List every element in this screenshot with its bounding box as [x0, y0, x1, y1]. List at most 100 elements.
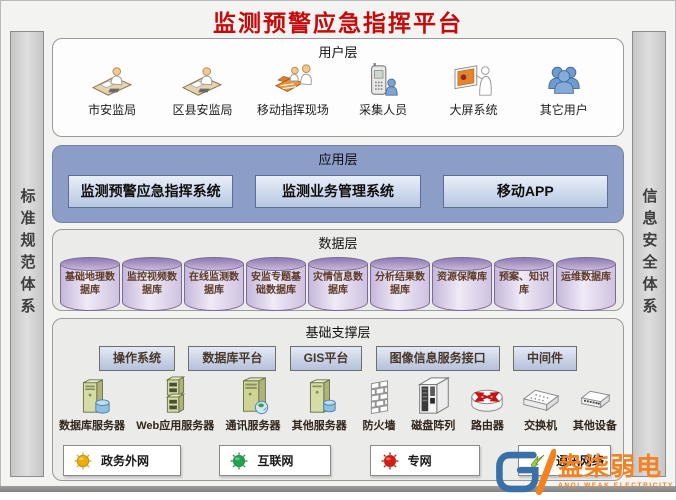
database-cylinder[interactable]: 监控视频数据库 [122, 257, 182, 311]
platform-middleware[interactable]: 中间件 [513, 346, 577, 371]
platform-row: 操作系统 数据库平台 GIS平台 图像信息服务接口 中间件 [99, 346, 577, 371]
device-web-server[interactable]: Web应用服务器 [136, 376, 214, 433]
user-item-label: 区县安监局 [172, 101, 232, 118]
page-title: 监测预警应急指挥平台 [0, 4, 676, 38]
user-item-label: 其它用户 [540, 101, 588, 118]
database-server-icon [71, 376, 113, 416]
device-db-server[interactable]: 数据库服务器 [59, 376, 125, 433]
database-label: 基础地理数据库 [62, 271, 118, 297]
device-label: 防火墙 [362, 417, 395, 433]
device-switch[interactable]: 交换机 [520, 376, 562, 433]
globe-icon [230, 452, 248, 470]
disk-array-icon [412, 376, 454, 416]
vendor-watermark: 盎柒弱电 ANQI WEAK ELECTRICITY [490, 446, 674, 498]
big-screen-icon [450, 63, 496, 99]
database-label: 预案、知识库 [496, 271, 552, 297]
support-layer-label: 基础支撑层 [53, 319, 623, 341]
device-other-equipment[interactable]: 其他设备 [573, 376, 617, 433]
user-item-label: 大屏系统 [449, 101, 497, 118]
database-label: 运维数据库 [558, 271, 614, 284]
platform-os[interactable]: 操作系统 [99, 346, 175, 371]
device-label: 交换机 [524, 417, 557, 433]
device-row: 数据库服务器 Web应用服务器 [59, 376, 617, 433]
database-cylinder[interactable]: 预案、知识库 [494, 257, 554, 311]
application-layer-label: 应用层 [53, 146, 623, 168]
database-icon [432, 257, 492, 271]
device-label: 磁盘阵列 [411, 417, 455, 433]
field-command-icon [270, 63, 316, 99]
database-cylinder[interactable]: 运维数据库 [556, 257, 616, 311]
database-cylinder[interactable]: 分析结果数据库 [370, 257, 430, 311]
database-cylinder[interactable]: 灾情信息数据库 [308, 257, 368, 311]
device-firewall[interactable]: 防火墙 [358, 376, 400, 433]
database-cylinder[interactable]: 安监专题基础数据库 [246, 257, 306, 311]
user-item-mobile-command[interactable]: 移动指挥现场 [248, 63, 338, 118]
user-item-big-screen[interactable]: 大屏系统 [428, 63, 518, 118]
device-label: 路由器 [471, 417, 504, 433]
network-label: 专网 [408, 452, 432, 469]
user-item-collectors[interactable]: 采集人员 [338, 63, 428, 118]
device-label: 其他服务器 [292, 417, 347, 433]
user-layer-items: 市安监局 区县安监局 [53, 63, 623, 118]
network-label: 政务外网 [101, 452, 149, 469]
other-equipment-icon [574, 376, 616, 416]
user-item-city-bureau[interactable]: 市安监局 [67, 63, 157, 118]
firewall-icon [358, 376, 400, 416]
data-layer-label: 数据层 [53, 230, 623, 252]
mobile-collector-icon [360, 63, 406, 99]
standards-system-label: 标准规范体系 [17, 188, 38, 320]
network-private[interactable]: 专网 [370, 445, 480, 476]
device-label: 通讯服务器 [226, 417, 281, 433]
device-other-server[interactable]: 其他服务器 [292, 376, 347, 433]
network-gov-extranet[interactable]: 政务外网 [63, 445, 181, 476]
user-item-other-users[interactable]: 其它用户 [519, 63, 609, 118]
database-icon [370, 257, 430, 271]
database-cylinder[interactable]: 资源保障库 [432, 257, 492, 311]
globe-icon [74, 452, 92, 470]
globe-icon [381, 452, 399, 470]
user-item-label: 市安监局 [88, 101, 136, 118]
standards-system-bar: 标准规范体系 [10, 31, 44, 477]
platform-image-service[interactable]: 图像信息服务接口 [376, 346, 500, 371]
network-internet[interactable]: 互联网 [219, 445, 331, 476]
database-label: 监控视频数据库 [124, 271, 180, 297]
user-group-icon [541, 63, 587, 99]
system-command-button[interactable]: 监测预警应急指挥系统 [68, 175, 233, 208]
database-label: 安监专题基础数据库 [248, 271, 304, 297]
router-icon [466, 376, 508, 416]
security-system-bar: 信息安全体系 [632, 31, 666, 477]
platform-database[interactable]: 数据库平台 [188, 346, 276, 371]
application-layer: 应用层 监测预警应急指挥系统 监测业务管理系统 移动APP [52, 145, 624, 223]
user-item-label: 移动指挥现场 [257, 101, 329, 118]
system-mobile-app-button[interactable]: 移动APP [443, 175, 608, 208]
database-label: 灾情信息数据库 [310, 271, 366, 297]
desk-officer-icon [179, 63, 225, 99]
user-item-label: 采集人员 [359, 101, 407, 118]
security-system-label: 信息安全体系 [639, 188, 660, 320]
database-icon [556, 257, 616, 271]
device-disk-array[interactable]: 磁盘阵列 [411, 376, 455, 433]
database-cylinder[interactable]: 在线监测数据库 [184, 257, 244, 311]
network-label: 互联网 [257, 452, 293, 469]
vendor-name: 盎柒弱电 [558, 455, 662, 480]
system-business-button[interactable]: 监测业务管理系统 [255, 175, 420, 208]
user-item-district-bureau[interactable]: 区县安监局 [157, 63, 247, 118]
database-icon [122, 257, 182, 271]
database-cylinder[interactable]: 基础地理数据库 [60, 257, 120, 311]
device-router[interactable]: 路由器 [466, 376, 508, 433]
application-systems: 监测预警应急指挥系统 监测业务管理系统 移动APP [68, 175, 608, 208]
database-icon [246, 257, 306, 271]
database-icon [308, 257, 368, 271]
user-layer: 用户层 市安监局 [52, 38, 624, 137]
user-layer-label: 用户层 [53, 39, 623, 61]
vendor-logo-icon [490, 446, 556, 498]
device-label: Web应用服务器 [136, 417, 214, 433]
database-label: 资源保障库 [434, 271, 490, 284]
vendor-subtitle: ANQI WEAK ELECTRICITY [558, 482, 674, 489]
web-server-icon [154, 376, 196, 416]
device-label: 其他设备 [573, 417, 617, 433]
device-label: 数据库服务器 [59, 417, 125, 433]
database-icon [494, 257, 554, 271]
platform-gis[interactable]: GIS平台 [290, 346, 363, 371]
device-comm-server[interactable]: 通讯服务器 [226, 376, 281, 433]
